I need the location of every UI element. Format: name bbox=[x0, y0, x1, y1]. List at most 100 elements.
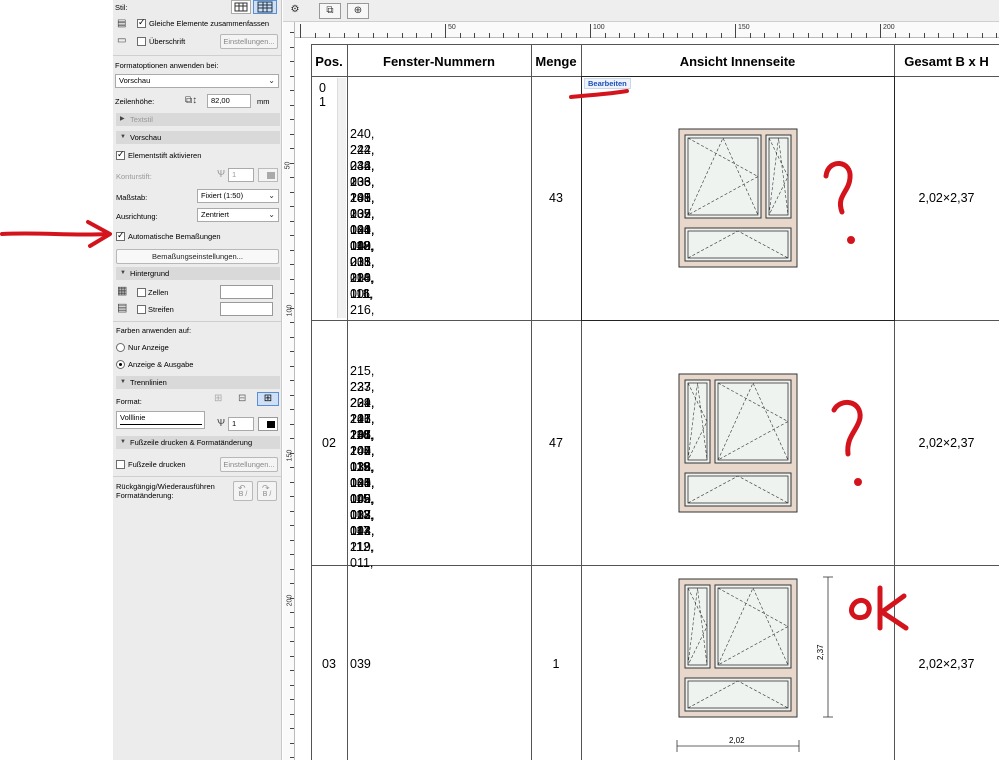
triangle-down-icon: ▼ bbox=[120, 439, 126, 445]
vorschau-section[interactable]: ▼ Vorschau bbox=[116, 131, 280, 144]
massstab-value: Fixiert (1:50) bbox=[201, 191, 244, 200]
triangle-right-icon: ▶ bbox=[120, 116, 125, 122]
konturstift-color[interactable] bbox=[258, 168, 278, 182]
fusszeile-checkbox[interactable] bbox=[116, 460, 125, 469]
konturstift-input[interactable]: 1 bbox=[228, 168, 254, 182]
triangle-down-icon: ▼ bbox=[120, 379, 126, 385]
formatoptionen-label: Formatoptionen anwenden bei: bbox=[115, 61, 219, 70]
fusszeile-section[interactable]: ▼ Fußzeile drucken & Formatänderung bbox=[116, 436, 280, 449]
einstellungen2-button[interactable]: Einstellungen... bbox=[220, 457, 278, 472]
textstil-label: Textstil bbox=[130, 115, 153, 124]
triangle-down-icon: ▼ bbox=[120, 270, 126, 276]
konturstift-label: Konturstift: bbox=[116, 172, 152, 181]
textstil-section[interactable]: ▶ Textstil bbox=[116, 113, 280, 126]
undo-button[interactable]: ↶ B / bbox=[233, 481, 253, 501]
window-transom bbox=[684, 227, 792, 262]
pen-icon: Ѱ bbox=[217, 418, 225, 429]
nur-anzeige-label: Nur Anzeige bbox=[128, 343, 169, 352]
bemassungseinstellungen-button[interactable]: Bemaßungseinstellungen... bbox=[116, 249, 279, 264]
massstab-label: Maßstab: bbox=[116, 193, 148, 202]
streifen-checkbox[interactable] bbox=[137, 305, 146, 314]
divider bbox=[113, 476, 281, 477]
dimension-width-label: 2,02 bbox=[729, 736, 745, 745]
undo-label-2: Formatänderung: bbox=[116, 491, 174, 500]
divider bbox=[113, 321, 281, 322]
chevron-down-icon: ⌄ bbox=[268, 191, 275, 200]
zellen-checkbox[interactable] bbox=[137, 288, 146, 297]
gleiche-elemente-checkbox[interactable] bbox=[137, 17, 146, 28]
elementstift-label: Elementstift aktivieren bbox=[128, 151, 202, 160]
schedule-view: ⚙ ⧉ ⊕ 50 100 150 200 50 100 150 200 Pos. Fenste… bbox=[283, 0, 999, 760]
ueberschrift-label: Überschrift bbox=[149, 37, 186, 46]
style-grid-button-1[interactable] bbox=[231, 0, 251, 14]
zeilenhoehe-input[interactable]: 82,00 bbox=[207, 94, 251, 108]
formatoptionen-select[interactable]: Vorschau ⌄ bbox=[115, 74, 279, 88]
zeilenhoehe-label: Zeilenhöhe: bbox=[115, 97, 155, 106]
nur-anzeige-radio[interactable] bbox=[116, 343, 125, 352]
window-pane bbox=[684, 134, 762, 219]
redo-button[interactable]: ↷ B / bbox=[257, 481, 277, 501]
fusszeile-section-label: Fußzeile drucken & Formatänderung bbox=[130, 438, 253, 447]
anzeige-ausgabe-radio[interactable] bbox=[116, 360, 125, 369]
stripes-icon: ▤ bbox=[117, 302, 128, 314]
window-pane bbox=[714, 584, 792, 669]
row-height-icon: ⧉↕ bbox=[185, 95, 198, 106]
einstellungen-button[interactable]: Einstellungen... bbox=[220, 34, 278, 49]
hintergrund-section[interactable]: ▼ Hintergrund bbox=[116, 267, 280, 280]
linetype-select[interactable]: Volllinie bbox=[116, 411, 205, 429]
formatoptionen-value: Vorschau bbox=[119, 76, 151, 85]
grid-all-icon[interactable]: ⊞ bbox=[257, 392, 279, 406]
trennlinien-label: Trennlinien bbox=[130, 378, 167, 387]
header-icon: ▭ bbox=[117, 35, 127, 46]
trennlinien-section[interactable]: ▼ Trennlinien bbox=[116, 376, 280, 389]
ueberschrift-checkbox[interactable] bbox=[137, 37, 146, 46]
zellen-label: Zellen bbox=[148, 288, 169, 297]
triangle-down-icon: ▼ bbox=[120, 134, 126, 140]
window-pane bbox=[714, 379, 792, 464]
auto-bemassungen-label: Automatische Bemaßungen bbox=[128, 232, 221, 241]
red-arrow-annotation bbox=[0, 231, 110, 237]
grid-outline-icon[interactable]: ⊞ bbox=[214, 394, 222, 404]
merge-icon: ▤ bbox=[117, 18, 127, 29]
hintergrund-label: Hintergrund bbox=[130, 269, 170, 278]
style-grid-button-2[interactable] bbox=[253, 0, 277, 14]
undo-label-1: Rückgängig/Wiederausführen bbox=[116, 482, 215, 491]
ausrichtung-label: Ausrichtung: bbox=[116, 212, 158, 221]
farben-label: Farben anwenden auf: bbox=[116, 326, 192, 335]
fusszeile-label: Fußzeile drucken bbox=[128, 460, 186, 469]
zeilenhoehe-unit: mm bbox=[257, 97, 270, 106]
window-transom bbox=[684, 472, 792, 507]
stil-label: Stil: bbox=[115, 3, 128, 12]
grid-rows-icon[interactable]: ⊟ bbox=[238, 394, 246, 404]
chevron-down-icon: ⌄ bbox=[268, 76, 275, 85]
window-pane bbox=[765, 134, 792, 219]
window-transom bbox=[684, 677, 792, 712]
line-preview bbox=[120, 424, 202, 425]
streifen-label: Streifen bbox=[148, 305, 174, 314]
divider bbox=[113, 55, 281, 56]
settings-panel: Stil: ▤ Gleiche Elemente zusammenfassen … bbox=[113, 0, 282, 760]
window-pane bbox=[684, 584, 711, 669]
gleiche-elemente-label: Gleiche Elemente zusammenfassen bbox=[149, 19, 270, 28]
format-label: Format: bbox=[116, 397, 142, 406]
table-full-icon bbox=[257, 1, 273, 13]
pen-color[interactable] bbox=[258, 417, 278, 431]
ausrichtung-value: Zentriert bbox=[201, 210, 229, 219]
anzeige-ausgabe-label: Anzeige & Ausgabe bbox=[128, 360, 194, 369]
dimension-height-label: 2,37 bbox=[816, 644, 825, 660]
linetype-value: Volllinie bbox=[120, 413, 146, 422]
chevron-down-icon: ⌄ bbox=[268, 210, 275, 219]
zellen-color[interactable] bbox=[220, 285, 273, 299]
pen-input[interactable]: 1 bbox=[228, 417, 254, 431]
streifen-color[interactable] bbox=[220, 302, 273, 316]
redo-icon: ↷ bbox=[262, 483, 270, 493]
elementstift-checkbox[interactable] bbox=[116, 149, 125, 160]
cells-icon: ▦ bbox=[117, 285, 128, 297]
auto-bemassungen-checkbox[interactable] bbox=[116, 230, 125, 241]
window-drawings: 2,37 2,02 bbox=[676, 128, 833, 752]
massstab-select[interactable]: Fixiert (1:50) ⌄ bbox=[197, 189, 279, 203]
ausrichtung-select[interactable]: Zentriert ⌄ bbox=[197, 208, 279, 222]
table-icon bbox=[234, 2, 248, 12]
vorschau-section-label: Vorschau bbox=[130, 133, 162, 142]
window-pane bbox=[684, 379, 711, 464]
